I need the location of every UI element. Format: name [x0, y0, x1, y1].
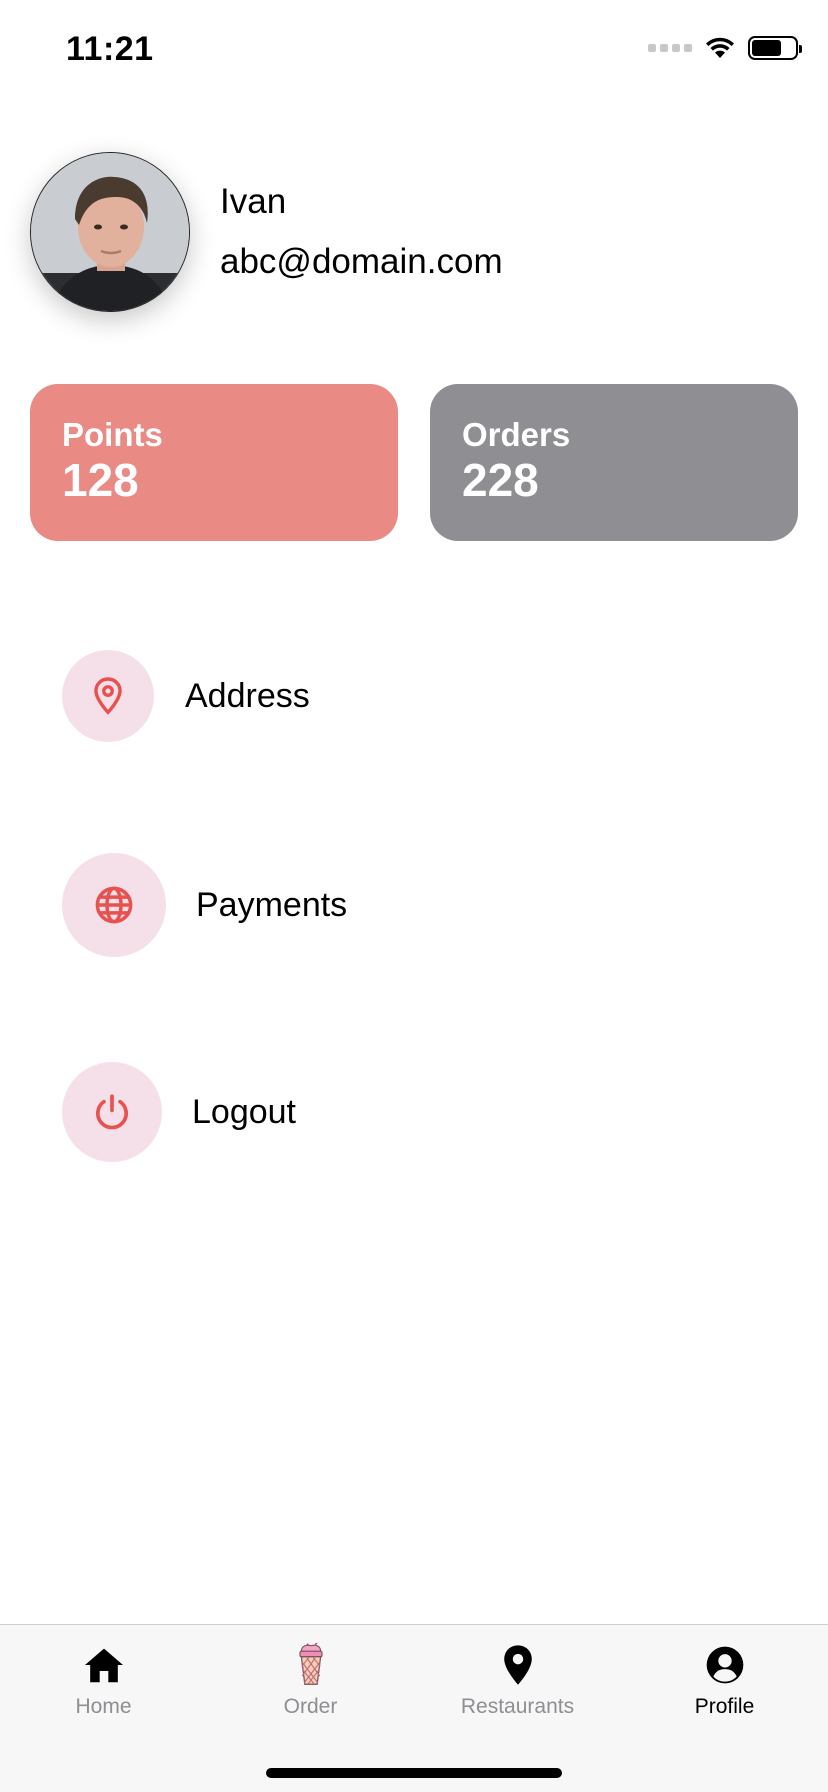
ice-cream-icon — [294, 1643, 328, 1687]
tab-label-restaurants: Restaurants — [460, 1695, 575, 1718]
menu-item-payments[interactable]: Payments — [62, 853, 347, 957]
status-time: 11:21 — [66, 30, 154, 68]
orders-label: Orders — [462, 416, 571, 453]
globe-icon — [62, 853, 166, 957]
avatar[interactable] — [30, 152, 190, 312]
menu-label-address: Address — [185, 676, 310, 715]
tab-restaurants[interactable]: Restaurants — [414, 1625, 621, 1735]
tab-home[interactable]: Home — [0, 1625, 207, 1735]
tab-order[interactable]: Order — [207, 1625, 414, 1735]
tab-label-order: Order — [283, 1695, 338, 1718]
points-label: Points — [62, 416, 163, 453]
tab-bar: Home Order Restaurants Profile — [0, 1624, 828, 1792]
tab-label-home: Home — [75, 1695, 132, 1718]
avatar-photo — [31, 153, 189, 311]
cellular-signal-icon — [648, 44, 692, 52]
wifi-icon — [706, 37, 734, 58]
points-value: 128 — [62, 454, 139, 506]
menu-item-logout[interactable]: Logout — [62, 1062, 296, 1162]
home-icon — [83, 1643, 125, 1687]
orders-value: 228 — [462, 454, 539, 506]
profile-name: Ivan — [220, 182, 287, 221]
stats-row: Points 128 Orders 228 — [30, 384, 798, 541]
points-card[interactable]: Points 128 — [30, 384, 398, 541]
profile-header: Ivan abc@domain.com — [30, 152, 503, 312]
menu-item-address[interactable]: Address — [62, 650, 310, 742]
tab-label-profile: Profile — [694, 1695, 755, 1718]
map-pin-icon — [62, 650, 154, 742]
home-indicator[interactable] — [266, 1768, 562, 1778]
power-icon — [62, 1062, 162, 1162]
profile-email: abc@domain.com — [220, 242, 503, 281]
menu-label-logout: Logout — [192, 1092, 296, 1131]
menu-label-payments: Payments — [196, 885, 348, 924]
orders-card[interactable]: Orders 228 — [430, 384, 798, 541]
tab-profile[interactable]: Profile — [621, 1625, 828, 1735]
status-bar: 11:21 — [0, 0, 828, 100]
user-circle-icon — [705, 1643, 745, 1687]
status-indicators — [648, 36, 802, 60]
battery-icon — [748, 36, 802, 60]
location-pin-icon — [502, 1643, 534, 1687]
